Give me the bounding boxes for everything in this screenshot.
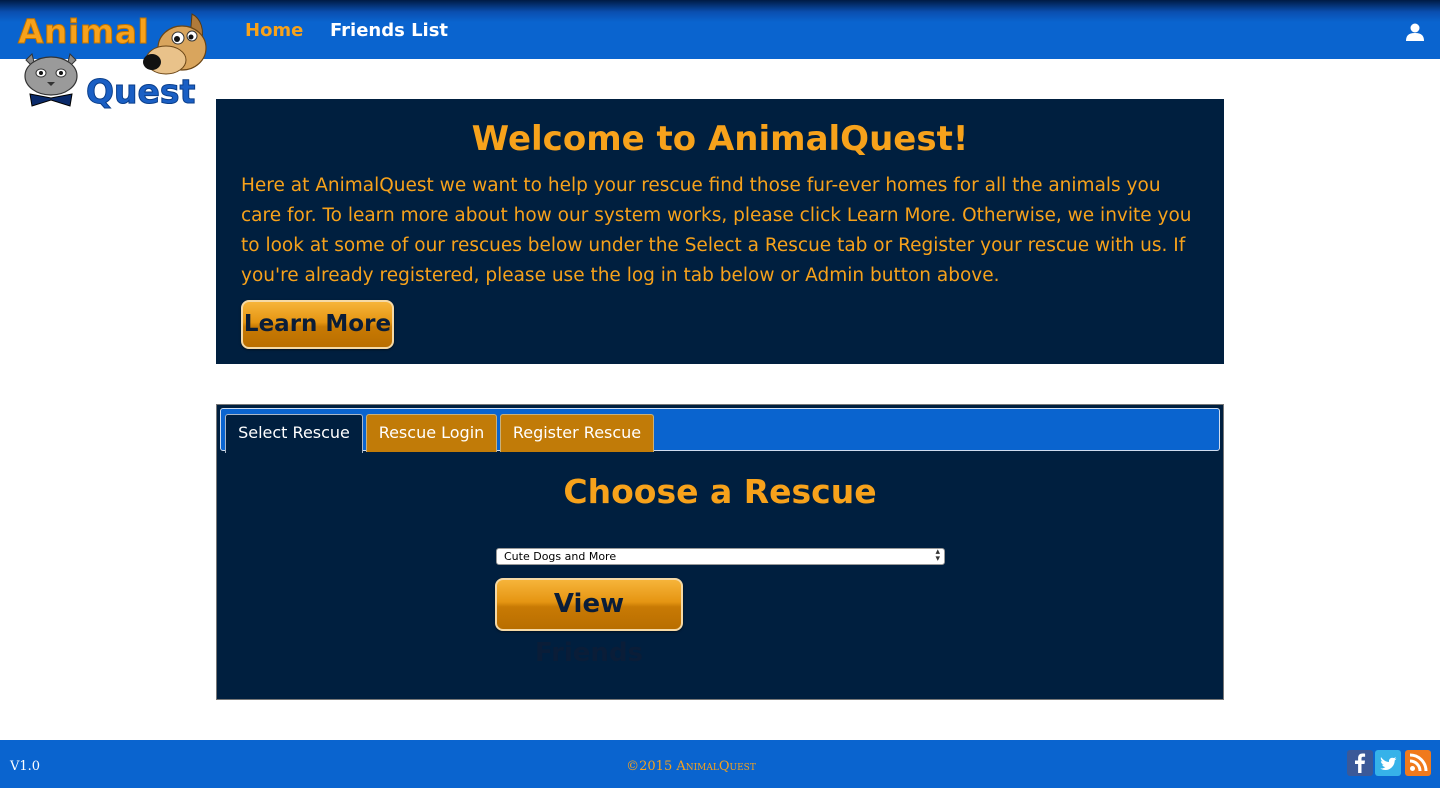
view-friends-button[interactable]: View Friends xyxy=(495,578,683,668)
rescue-select-value: Cute Dogs and More xyxy=(504,550,617,563)
copyright-text: ©2015 AnimalQuest xyxy=(626,759,756,774)
tab-rescue-login[interactable]: Rescue Login xyxy=(366,414,497,452)
tab-bar: Select Rescue Rescue Login Register Resc… xyxy=(220,408,1220,453)
welcome-panel: Welcome to AnimalQuest! Here at AnimalQu… xyxy=(216,99,1224,364)
learn-more-button[interactable]: Learn More xyxy=(241,300,394,349)
rss-icon[interactable] xyxy=(1405,750,1431,776)
logo-text-quest: Quest xyxy=(85,72,196,112)
welcome-description: Here at AnimalQuest we want to help your… xyxy=(241,175,1192,286)
facebook-icon[interactable] xyxy=(1347,750,1373,776)
nav-friends-list-link[interactable]: Friends List xyxy=(330,20,448,41)
animalquest-logo[interactable]: Animal Quest xyxy=(14,8,219,114)
choose-rescue-title: Choose a Rescue xyxy=(563,472,877,511)
cat-mascot-icon xyxy=(24,53,78,107)
user-icon[interactable] xyxy=(1405,22,1425,42)
tab-register-rescue[interactable]: Register Rescue xyxy=(500,414,654,452)
rescue-select-dropdown[interactable]: Cute Dogs and More ▴ ▾ xyxy=(496,548,945,565)
select-arrows-icon: ▴ ▾ xyxy=(935,547,940,564)
logo-text-animal: Animal xyxy=(17,12,150,52)
rescue-tabs-panel: Select Rescue Rescue Login Register Resc… xyxy=(216,404,1224,700)
welcome-title: Welcome to AnimalQuest! xyxy=(471,119,969,159)
twitter-icon[interactable] xyxy=(1375,750,1401,776)
footer: V1.0 ©2015 AnimalQuest xyxy=(0,740,1440,788)
nav-home-link[interactable]: Home xyxy=(245,20,303,41)
tab-select-rescue[interactable]: Select Rescue xyxy=(225,414,363,453)
